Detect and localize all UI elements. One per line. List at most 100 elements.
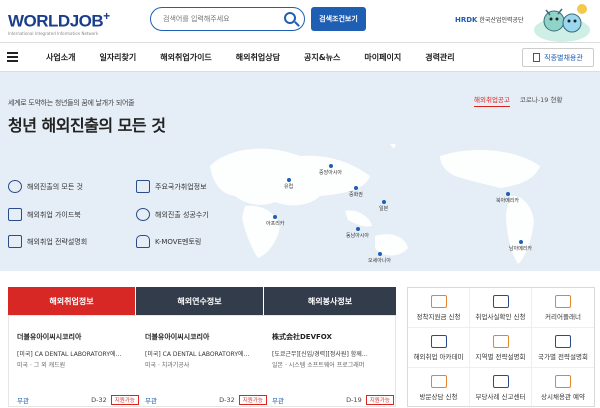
region-pin[interactable]: 중앙아시아: [319, 164, 342, 176]
nav-item[interactable]: 경력관리: [425, 52, 454, 63]
logo-subtitle: International Integrated Information Net…: [8, 30, 99, 36]
search-input[interactable]: [151, 8, 279, 30]
service-item[interactable]: 상시채용관 예약: [532, 368, 594, 408]
worldjob-logo[interactable]: WORLDJOB+ International Integrated Infor…: [8, 8, 110, 36]
logo-text: WORLDJOB: [8, 11, 104, 31]
service-item[interactable]: 방문상담 신청: [408, 368, 470, 408]
job-location: 미국 · 그 외 캐드원: [17, 362, 66, 369]
menu-icon[interactable]: [0, 52, 24, 62]
nav-item[interactable]: 사업소개: [46, 52, 75, 63]
job-dday: D-32: [91, 396, 107, 404]
quick-link[interactable]: 주요국가취업정보: [136, 180, 207, 193]
service-item[interactable]: 지역별 전략설명회: [470, 328, 532, 368]
bookmark-icon: [136, 180, 150, 193]
quick-link[interactable]: 해외취업 전략설명회: [8, 235, 87, 248]
nav-item[interactable]: 해외취업가이드: [160, 52, 212, 63]
job-fee: 무관: [272, 397, 284, 405]
job-card[interactable]: 株式会社DEVFOX [도쿄근무][신입/경력][정사원] 함께… 일본 · 시…: [272, 332, 396, 405]
job-company: 더블유아이씨시코리아: [145, 333, 210, 341]
job-location: 일본 · 시스템 소프트웨어 프로그래머: [272, 362, 365, 369]
mentoring-icon: [136, 235, 150, 248]
quick-link-label: 해외취업 가이드북: [27, 210, 81, 219]
quick-link[interactable]: 해외취업 가이드북: [8, 208, 81, 221]
service-item[interactable]: 해외취업 아카데미: [408, 328, 470, 368]
reservation-icon: [555, 375, 571, 388]
quick-link-label: 해외진출의 모든 것: [27, 182, 83, 191]
region-pin[interactable]: 일본: [379, 200, 388, 212]
presentation-icon: [8, 235, 22, 248]
service-label: 취업사실확인 신청: [475, 312, 526, 321]
job-card[interactable]: 더블유아이씨시코리아 [미국] CA DENTAL LABORATORY에… 미…: [17, 332, 141, 405]
job-list: 더블유아이씨시코리아 [미국] CA DENTAL LABORATORY에… 미…: [8, 315, 396, 407]
nav-item[interactable]: 공지&뉴스: [304, 52, 340, 63]
quick-link-label: 해외진출 성공수기: [155, 210, 209, 219]
hrdk-name: 한국산업인력공단: [479, 17, 524, 24]
hrdk-logo[interactable]: HRDK 한국산업인력공단: [455, 15, 524, 24]
quick-link[interactable]: 해외진출의 모든 것: [8, 180, 83, 193]
job-company: 株式会社DEVFOX: [272, 333, 332, 341]
service-label: 커리어플래너: [545, 312, 581, 321]
status-badge: 지원가능: [365, 395, 394, 405]
tab-overseas-volunteer-info[interactable]: 해외봉사정보: [264, 287, 396, 315]
service-item[interactable]: 국가별 전략설명회: [532, 328, 594, 368]
region-label: 오세아니아: [368, 258, 392, 264]
job-category-button[interactable]: 직종별채용관: [522, 48, 594, 67]
nav-item[interactable]: 일자리찾기: [99, 52, 136, 63]
region-pin[interactable]: 오세아니아: [368, 252, 391, 264]
hero-section: 세계로 도약하는 청년들의 꿈에 날개가 되어줄 청년 해외진출의 모든 것 해…: [0, 72, 600, 271]
menu-items: 사업소개 일자리찾기 해외취업가이드 해외취업상담 공지&뉴스 마이페이지 경력…: [46, 52, 479, 63]
quick-link-label: K-MOVE멘토링: [155, 237, 202, 246]
status-badge: 지원가능: [238, 395, 267, 405]
region-label: 동남아시아: [346, 233, 370, 239]
quick-link[interactable]: 해외진출 성공수기: [136, 208, 209, 221]
region-pin[interactable]: 남아메리카: [509, 240, 532, 252]
job-title: [도쿄근무][신입/경력][정사원] 함께…: [272, 351, 368, 358]
service-item[interactable]: 커리어플래너: [532, 288, 594, 328]
settlement-fund-icon: [430, 294, 447, 308]
nav-item[interactable]: 마이페이지: [364, 52, 401, 63]
hrdk-short: HRDK: [455, 16, 478, 24]
service-label: 정착지원금 신청: [416, 312, 461, 321]
search-condition-button[interactable]: 검색조건보기: [311, 7, 366, 31]
service-item[interactable]: 취업사실확인 신청: [470, 288, 532, 328]
region-label: 중앙아시아: [319, 170, 343, 176]
guidebook-icon: [8, 208, 22, 221]
region-pin[interactable]: 북아메리카: [496, 192, 519, 204]
job-card[interactable]: 더블유아이씨시코리아 [미국] CA DENTAL LABORATORY에… 미…: [145, 332, 269, 405]
region-pin[interactable]: 유럽: [284, 178, 293, 190]
service-label: 국가별 전략설명회: [538, 352, 588, 361]
region-pin[interactable]: 아프리카: [266, 215, 284, 227]
hero-tabs: 해외취업공고 코로나-19 현황: [474, 94, 562, 107]
job-dday: D-32: [219, 396, 235, 404]
tab-overseas-job-info[interactable]: 해외취업정보: [8, 287, 135, 315]
region-label: 중화권: [349, 192, 363, 198]
service-item[interactable]: 부당사례 신고센터: [470, 368, 532, 408]
service-label: 부당사례 신고센터: [475, 393, 526, 401]
country-briefing-icon: [555, 334, 571, 348]
search-icon[interactable]: [284, 12, 296, 24]
region-label: 유럽: [284, 184, 294, 190]
service-grid: 정착지원금 신청 취업사실확인 신청 커리어플래너 해외취업 아카데미 지역별 …: [407, 287, 595, 408]
region-pin[interactable]: 중화권: [349, 186, 363, 198]
nav-item[interactable]: 해외취업상담: [236, 52, 280, 63]
quick-link-label: 해외취업 전략설명회: [27, 237, 88, 246]
service-label: 방문상담 신청: [419, 393, 458, 401]
job-title: [미국] CA DENTAL LABORATORY에…: [145, 351, 250, 358]
quick-link[interactable]: K-MOVE멘토링: [136, 235, 201, 248]
job-location: 미국 · 치과기공사: [145, 362, 190, 369]
service-item[interactable]: 정착지원금 신청: [408, 288, 470, 328]
tab-covid[interactable]: 코로나-19 현황: [520, 94, 563, 107]
tab-overseas-training-info[interactable]: 해외연수정보: [136, 287, 263, 315]
job-fee: 무관: [17, 397, 29, 405]
job-dday: D-19: [346, 396, 362, 404]
quick-link-label: 주요국가취업정보: [155, 182, 207, 191]
mascot-illustration: [534, 4, 590, 42]
hero-title: 청년 해외진출의 모든 것: [8, 116, 166, 135]
career-planner-icon: [555, 294, 571, 308]
globe-icon: [8, 180, 22, 193]
service-label: 지역별 전략설명회: [475, 352, 526, 361]
tab-overseas-jobs[interactable]: 해외취업공고: [474, 94, 510, 107]
region-pin[interactable]: 동남아시아: [346, 227, 369, 239]
top-header: WORLDJOB+ International Integrated Infor…: [0, 0, 600, 42]
logo-plus: +: [103, 9, 110, 23]
